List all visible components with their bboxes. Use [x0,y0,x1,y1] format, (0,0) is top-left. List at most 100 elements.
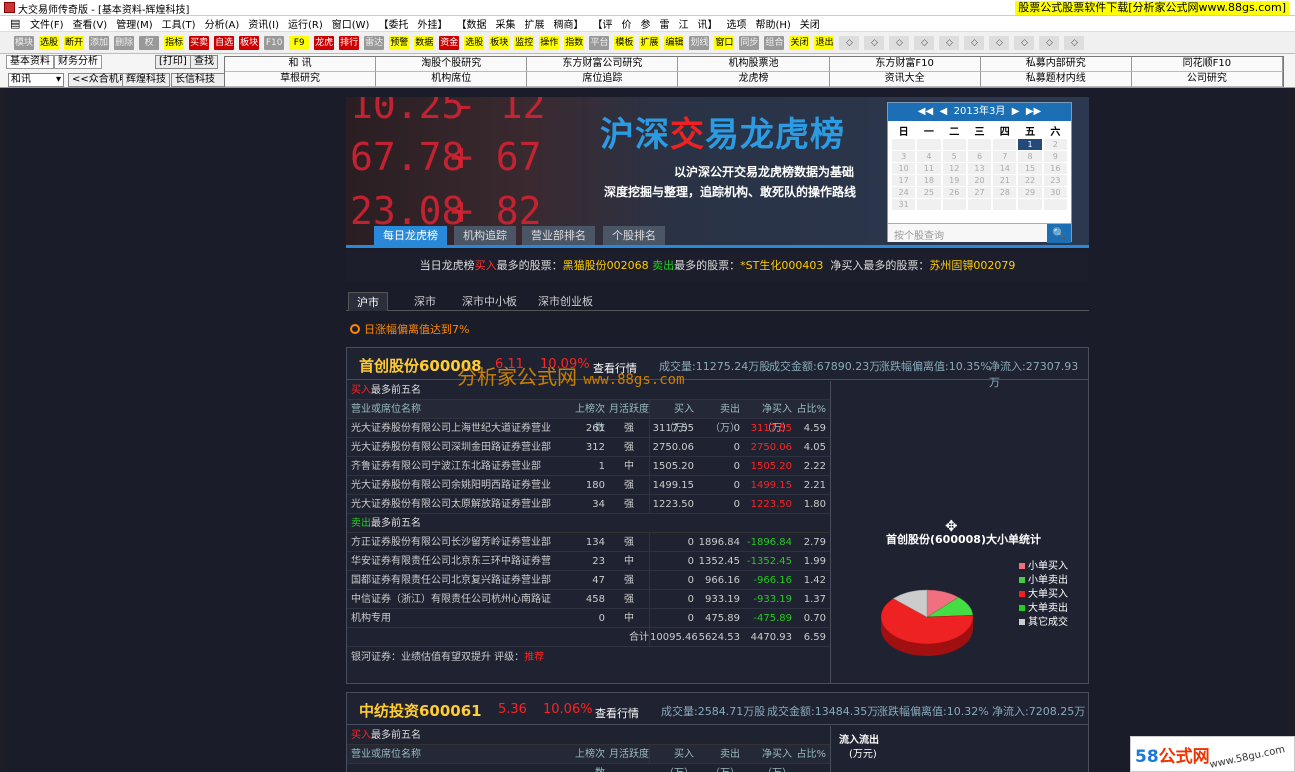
calendar-day[interactable]: 11 [917,163,941,174]
toolbar-button[interactable]: 退出 [814,35,835,50]
calendar-day[interactable]: 13 [967,163,992,174]
calendar-day[interactable]: 2 [1043,139,1067,150]
calendar-day[interactable]: 20 [967,175,992,186]
toolbar-button[interactable]: F9 [289,35,310,50]
calendar-day[interactable]: 29 [1018,187,1042,198]
menu-item[interactable]: 雷 [659,16,669,31]
toolbar-button[interactable]: 排行 [339,35,360,50]
toolbar-button[interactable]: 操作 [539,35,560,50]
stock-name[interactable]: 中纺投资600061 [359,700,482,721]
text-icon[interactable]: ◇ [1014,35,1035,50]
calendar-day[interactable]: 1 [1018,139,1042,150]
calendar-day[interactable]: 31 [892,199,916,210]
tab-sz-market[interactable]: 深市 [406,292,444,311]
toolbar-button[interactable]: F10 [264,35,285,50]
column-header[interactable]: 买入（万） [649,745,698,772]
calendar-day[interactable]: 4 [917,151,941,162]
table-row[interactable]: 光大证券股份有限公司余姚阳明西路证券营业 180 强 1499.15 0 1499.15 2… [347,476,830,495]
toolbar-button[interactable]: 平台 [589,35,610,50]
toolbar-button[interactable]: 关闭 [789,35,810,50]
pen-icon[interactable]: ◇ [839,35,860,50]
tab-financial[interactable]: 财务分析 [54,55,102,69]
column-header[interactable]: 营业或席位名称 [347,400,569,418]
menu-item[interactable]: 资讯(I) [248,16,279,31]
toolbar-button[interactable]: 买卖 [189,35,210,50]
source-select[interactable]: 和讯 ▾ [8,73,64,87]
prev-month-icon[interactable]: ◀ [940,106,948,117]
menu-item[interactable]: 选项 [726,16,746,31]
table-row[interactable]: 光大证券股份有限公司上海世纪大道证券营业 261 强 3117.55 0 3117.55 4… [347,419,830,438]
column-header[interactable]: 上榜次数 [569,745,609,772]
menu-item[interactable]: 稠商】 [553,16,583,31]
next-month-icon[interactable]: ▶ [1012,106,1020,117]
tab-institution-tracking[interactable]: 机构追踪 [454,226,516,246]
research-link[interactable]: 东方财富F10 [829,57,981,72]
calendar-day[interactable]: 7 [993,151,1017,162]
toolbar-button[interactable]: 监控 [514,35,535,50]
top-buy-stock[interactable]: 黑猫股份002068 [563,259,649,272]
calendar-day[interactable]: 5 [942,151,966,162]
tab-sh-market[interactable]: 沪市 [348,292,388,311]
print-button[interactable]: [打印] [155,55,191,69]
research-link[interactable]: 淘股个股研究 [376,57,528,72]
stock-name[interactable]: 首创股份600008 [359,355,482,376]
font-icon[interactable]: ◇ [1039,35,1060,50]
tab-sz-sme[interactable]: 深市中小板 [454,292,525,311]
toolbar-button[interactable]: 龙虎 [314,35,335,50]
menu-item[interactable]: 帮助(H) [755,16,790,31]
calendar-day[interactable]: 9 [1043,151,1067,162]
column-header[interactable]: 占比% [796,400,830,418]
align-icon[interactable]: ◇ [889,35,910,50]
menu-item[interactable]: 分析(A) [205,16,240,31]
prev-year-icon[interactable]: ◀◀ [918,106,933,117]
circle-icon[interactable]: ◇ [989,35,1010,50]
table-row[interactable]: 齐鲁证券有限公司宁波江东北路证券营业部 1 中 1505.20 0 1505.20 2.22 [347,457,830,476]
menu-item[interactable]: 工具(T) [162,16,196,31]
toolbar-button[interactable]: 板块 [239,35,260,50]
toolbar-button[interactable]: 数据 [414,35,435,50]
calendar-day[interactable]: 3 [892,151,916,162]
toolbar-button[interactable]: 选股 [464,35,485,50]
toolbar-button[interactable]: 板块 [489,35,510,50]
column-header[interactable]: 月活跃度 [609,400,649,418]
toolbar-button[interactable]: 划线 [689,35,710,50]
menu-item[interactable]: 窗口(W) [332,16,370,31]
calendar-day[interactable]: 18 [917,175,941,186]
research-link[interactable]: 和 讯 [225,57,377,72]
toolbar-button[interactable]: 指标 [164,35,185,50]
research-link[interactable]: 私募题材内线 [980,72,1132,87]
menu-item[interactable]: 江 [678,16,688,31]
menu-item[interactable]: 外挂】 [417,16,447,31]
calendar-day[interactable]: 23 [1043,175,1067,186]
menu-item[interactable]: 参 [640,16,650,31]
calendar-day[interactable]: 10 [892,163,916,174]
tab-basic-info[interactable]: 基本资料 [6,55,54,69]
menu-item[interactable]: 扩展 [524,16,544,31]
menu-item[interactable]: 【数据 [456,16,486,31]
search-button[interactable]: 查找 [190,55,218,69]
calendar-day[interactable]: 12 [942,163,966,174]
calendar-day[interactable]: 21 [993,175,1017,186]
toolbar-button[interactable]: 选股 [39,35,60,50]
calendar-day[interactable]: 14 [993,163,1017,174]
calendar-day[interactable]: 19 [942,175,966,186]
menu-item[interactable]: 文件(F) [30,16,64,31]
toolbar-button[interactable]: 断开 [64,35,85,50]
ad-banner[interactable]: 股票公式股票软件下载[分析家公式网www.88gs.com] [1015,1,1289,15]
calendar-day[interactable]: 27 [967,187,992,198]
calendar-day[interactable]: 17 [892,175,916,186]
column-header[interactable]: 净买入（万） [744,400,796,434]
menu-item[interactable]: 采集 [495,16,515,31]
menu-item[interactable]: 【评 [592,16,612,31]
toolbar-button[interactable]: 同步 [739,35,760,50]
column-header[interactable]: 月活跃度 [609,745,649,763]
research-link[interactable]: 公司研究 [1131,72,1283,87]
research-link[interactable]: 同花顺F10 [1131,57,1283,72]
toolbar-button[interactable]: 添加 [89,35,110,50]
column-header[interactable]: 净买入（万） [744,745,796,772]
research-link[interactable]: 机构股票池 [678,57,830,72]
menu-item[interactable]: 关闭 [800,16,820,31]
toolbar-button[interactable]: 预警 [389,35,410,50]
top-net-buy-stock[interactable]: 苏州固锝002079 [929,259,1015,272]
line-icon[interactable]: ◇ [864,35,885,50]
